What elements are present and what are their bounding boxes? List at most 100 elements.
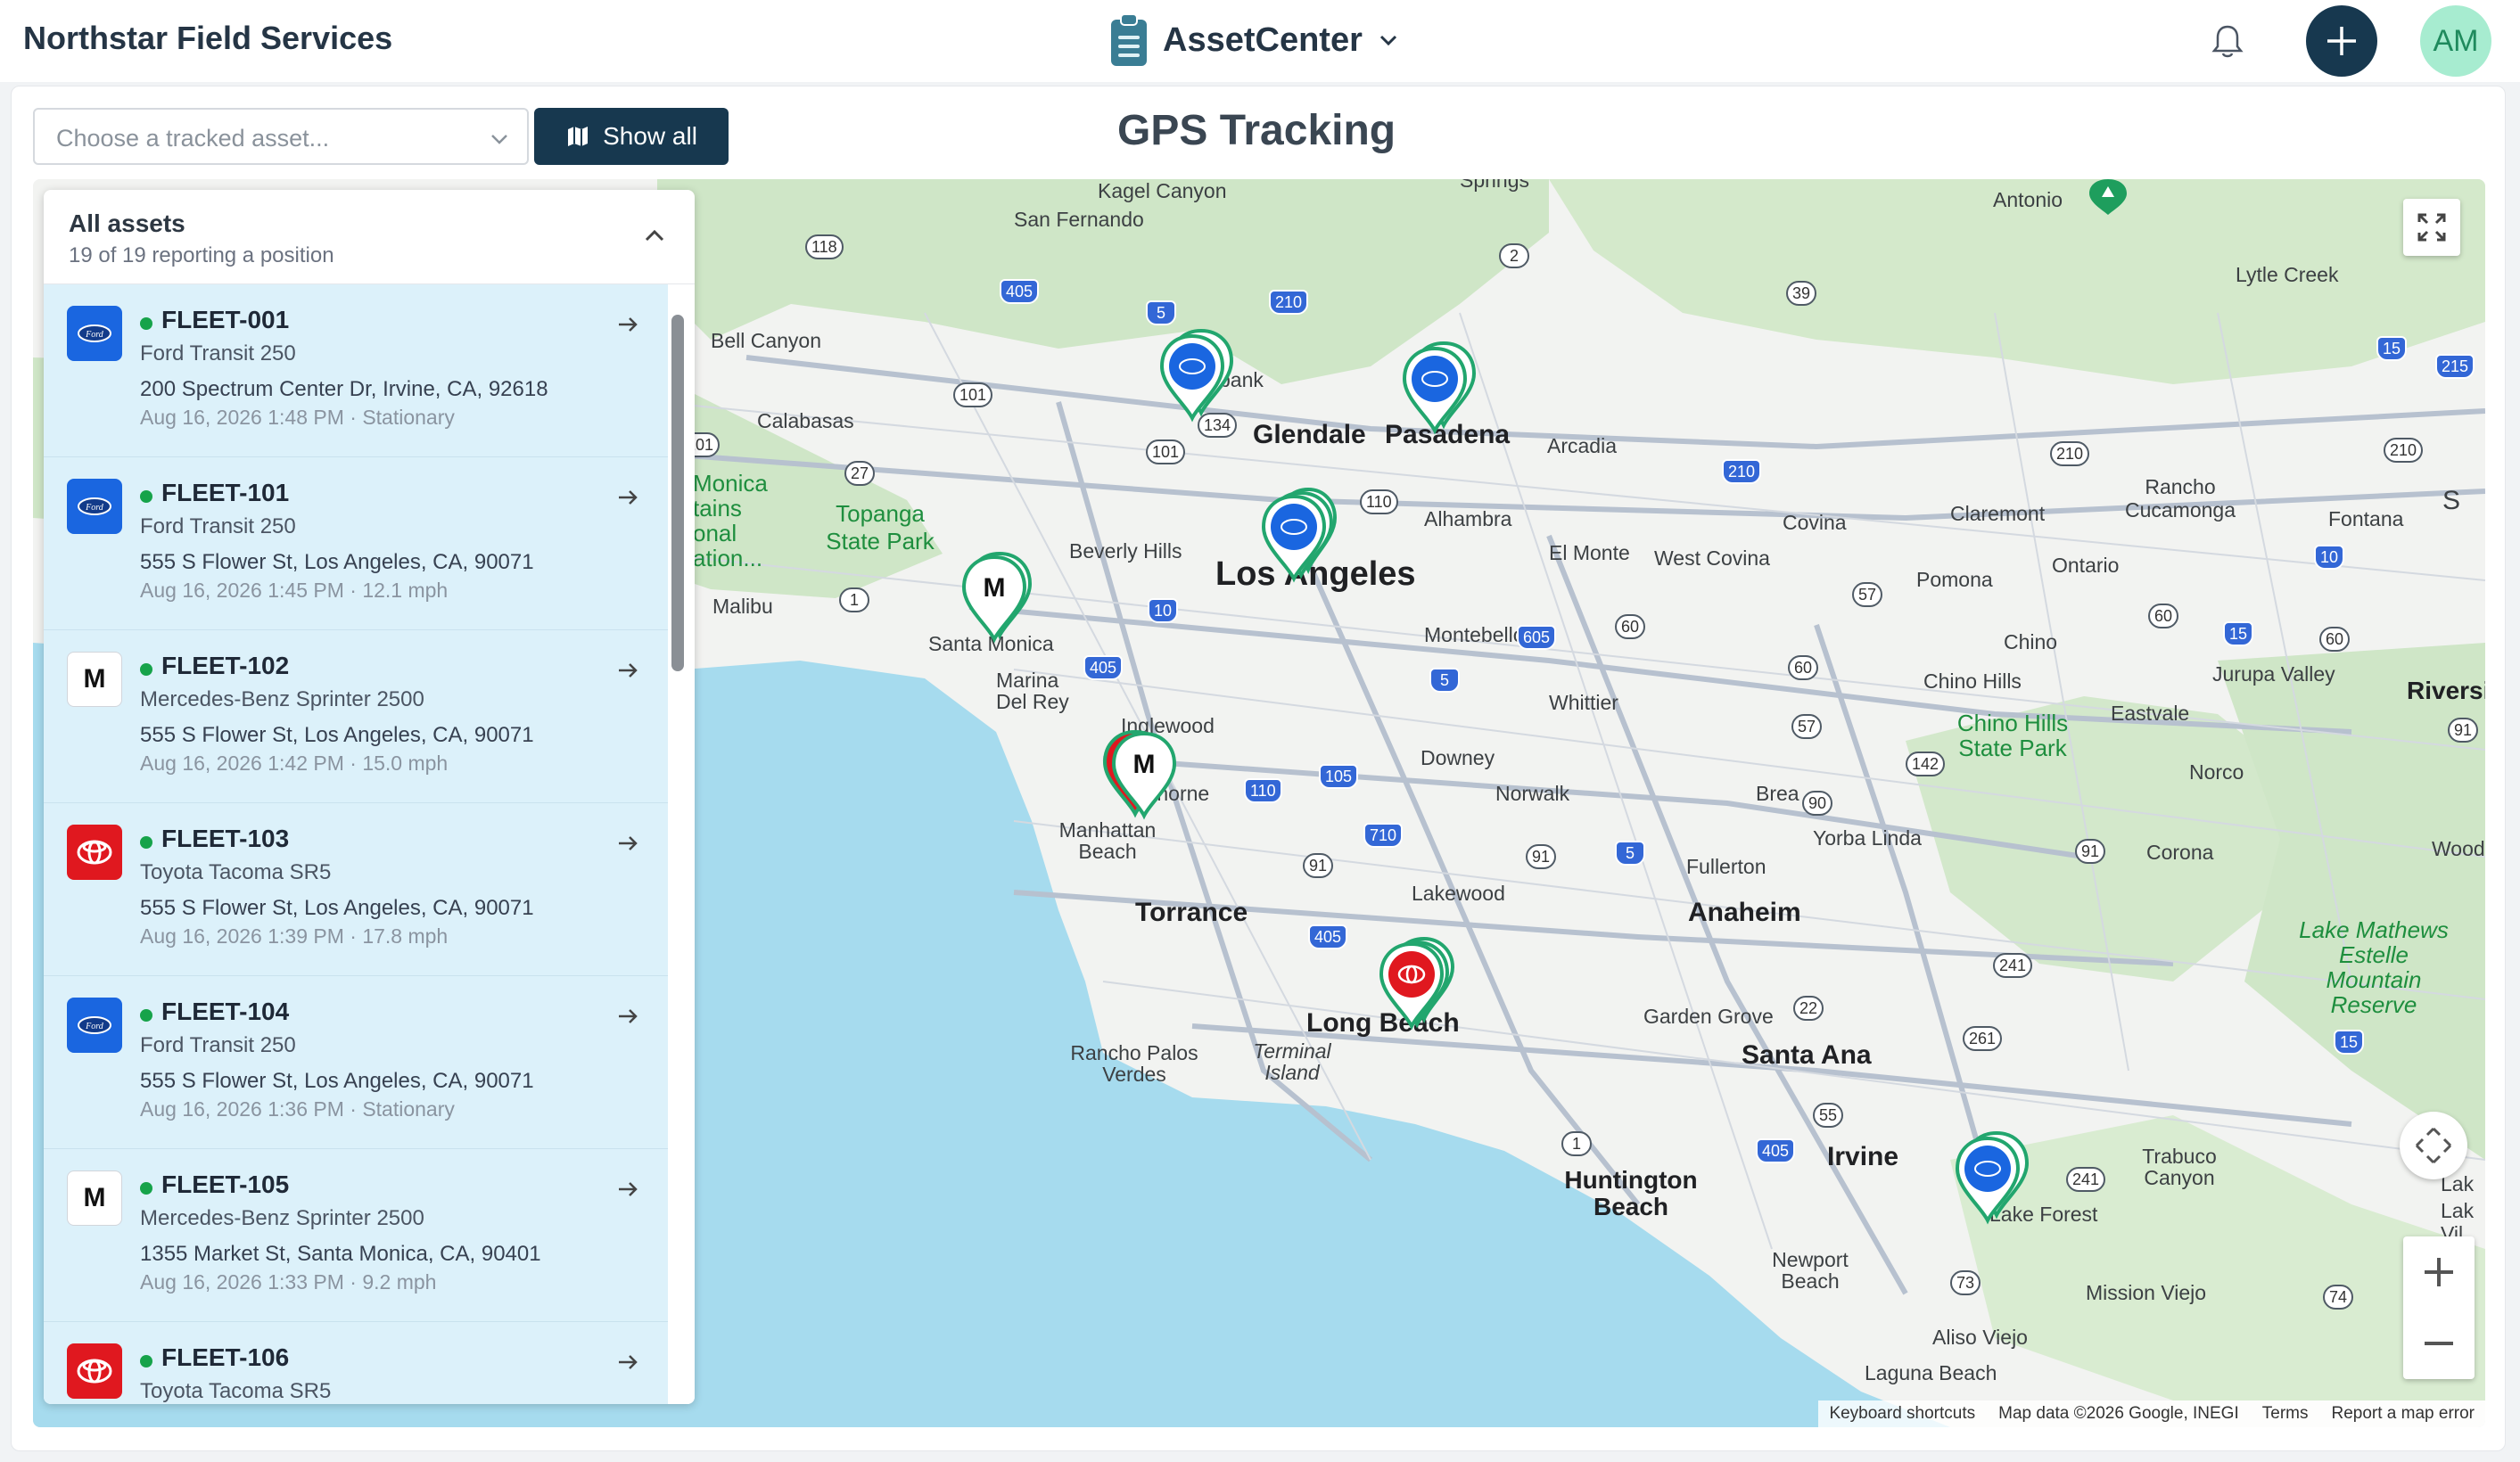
route-shield: 142 <box>1906 752 1946 776</box>
place-label: Pomona <box>1916 568 1993 591</box>
route-shield: 101 <box>953 382 993 407</box>
status-dot <box>140 317 152 330</box>
asset-marker-ford[interactable] <box>1256 488 1337 586</box>
asset-status: Aug 16, 2026 1:36 PM · Stationary <box>140 1097 455 1121</box>
asset-address: 200 Spectrum Center Dr, Irvine, CA, 9261… <box>140 377 548 401</box>
route-shield: 91 <box>2075 839 2106 864</box>
asset-list-item[interactable]: Ford FLEET-001 Ford Transit 250 200 Spec… <box>44 284 668 457</box>
route-shield: 210 <box>2050 441 2090 466</box>
asset-select-placeholder: Choose a tracked asset... <box>56 125 330 152</box>
place-label: West Covina <box>1654 546 1770 570</box>
move-icon <box>2415 1127 2452 1164</box>
asset-list-item[interactable]: FLEET-103 Toyota Tacoma SR5 555 S Flower… <box>44 803 668 976</box>
add-button[interactable] <box>2306 5 2377 77</box>
route-shield: 57 <box>1852 582 1883 607</box>
asset-marker-ford[interactable] <box>1155 327 1235 425</box>
place-label: Springs <box>1460 179 1529 192</box>
asset-address: 555 S Flower St, Los Angeles, CA, 90071 <box>140 896 534 920</box>
user-avatar[interactable]: AM <box>2420 5 2491 77</box>
asset-status: Aug 16, 2026 1:42 PM · 15.0 mph <box>140 752 449 775</box>
scrollbar-thumb[interactable] <box>671 315 684 671</box>
asset-model: Ford Transit 250 <box>140 1033 296 1057</box>
app-name: AssetCenter <box>1163 21 1363 59</box>
asset-id: FLEET-105 <box>161 1170 290 1198</box>
asset-address: 1355 Market St, Santa Monica, CA, 90401 <box>140 1242 541 1266</box>
asset-marker-mercedes[interactable]: M <box>1103 725 1183 823</box>
status-dot <box>140 1182 152 1195</box>
place-label: Claremont <box>1950 502 2046 525</box>
bell-icon[interactable] <box>2206 20 2249 62</box>
terms-link[interactable]: Terms <box>2262 1404 2309 1424</box>
zoom-in-icon[interactable] <box>2403 1236 2475 1308</box>
place-label: Lak <box>2441 1199 2475 1222</box>
keyboard-shortcuts-link[interactable]: Keyboard shortcuts <box>1829 1404 1975 1424</box>
route-shield: 1 <box>839 587 869 612</box>
route-shield: 118 <box>805 234 844 259</box>
arrow-right-icon[interactable] <box>614 311 641 338</box>
asset-list-item[interactable]: Ford FLEET-104 Ford Transit 250 555 S Fl… <box>44 976 668 1149</box>
route-shield: 5 <box>1146 300 1176 325</box>
map-attribution: Keyboard shortcuts Map data ©2026 Google… <box>1818 1400 2485 1427</box>
place-label: Norco <box>2189 760 2244 784</box>
arrow-right-icon[interactable] <box>614 830 641 857</box>
asset-marker-ford[interactable] <box>1950 1129 2030 1228</box>
asset-list-header[interactable]: All assets 19 of 19 reporting a position <box>44 190 695 284</box>
arrow-right-icon[interactable] <box>614 657 641 684</box>
place-label: tains <box>693 495 742 522</box>
place-label: Irvine <box>1827 1142 1899 1171</box>
route-shield: 241 <box>1993 953 2033 978</box>
place-label: Terminal Island <box>1253 1039 1331 1084</box>
route-shield: 110 <box>1244 778 1282 803</box>
asset-list-item[interactable]: FLEET-106 Toyota Tacoma SR5 <box>44 1322 668 1404</box>
fullscreen-button[interactable] <box>2403 199 2460 256</box>
asset-marker-mercedes[interactable]: M <box>957 548 1037 646</box>
route-shield: 241 <box>2066 1167 2106 1192</box>
route-shield: 405 <box>1308 924 1348 949</box>
place-label: Montebello <box>1424 623 1525 646</box>
app-switcher[interactable]: AssetCenter <box>1109 11 1400 70</box>
arrow-right-icon[interactable] <box>614 1003 641 1030</box>
asset-address: 555 S Flower St, Los Angeles, CA, 90071 <box>140 723 534 747</box>
route-shield: 74 <box>2323 1285 2354 1310</box>
show-all-button[interactable]: Show all <box>534 108 729 165</box>
asset-list-item[interactable]: M FLEET-102 Mercedes-Benz Sprinter 2500 … <box>44 630 668 803</box>
route-shield: 710 <box>1363 823 1404 848</box>
ford-logo-icon: Ford <box>67 479 122 534</box>
route-shield: 210 <box>1722 459 1762 484</box>
asset-marker-ford[interactable] <box>1397 340 1478 438</box>
place-label: Jurupa Valley <box>2212 662 2335 686</box>
arrow-right-icon[interactable] <box>614 484 641 511</box>
asset-marker-toyota[interactable] <box>1374 935 1454 1033</box>
asset-model: Toyota Tacoma SR5 <box>140 860 332 884</box>
arrow-right-icon[interactable] <box>614 1349 641 1376</box>
asset-select[interactable]: Choose a tracked asset... <box>33 108 529 165</box>
asset-list-item[interactable]: M FLEET-105 Mercedes-Benz Sprinter 2500 … <box>44 1149 668 1322</box>
mercedes-logo-icon: M <box>67 1170 122 1226</box>
show-all-label: Show all <box>603 122 697 150</box>
route-shield: 405 <box>1083 655 1124 680</box>
asset-status: Aug 16, 2026 1:33 PM · 9.2 mph <box>140 1270 437 1294</box>
place-label: Eastvale <box>2111 702 2190 725</box>
report-error-link[interactable]: Report a map error <box>2331 1404 2475 1424</box>
route-shield: 110 <box>1360 489 1398 514</box>
asset-list-panel: All assets 19 of 19 reporting a position… <box>44 190 695 1404</box>
place-label: Bell Canyon <box>711 329 822 352</box>
place-label: Wood <box>2432 837 2485 860</box>
place-label: Lake Mathews Estelle Mountain Reserve <box>2299 916 2449 1018</box>
ford-logo-icon: Ford <box>67 306 122 361</box>
chevron-up-icon[interactable] <box>641 222 668 249</box>
svg-text:M: M <box>1133 750 1156 779</box>
arrow-right-icon[interactable] <box>614 1176 641 1203</box>
zoom-out-icon[interactable] <box>2403 1308 2475 1379</box>
svg-text:Ford: Ford <box>85 330 104 340</box>
route-shield: 55 <box>1813 1103 1844 1128</box>
place-label: Whittier <box>1549 691 1618 714</box>
pan-control[interactable] <box>2400 1112 2467 1179</box>
route-shield: 91 <box>1526 844 1557 869</box>
route-shield: 1 <box>1561 1131 1592 1156</box>
place-label: Laguna Beach <box>1865 1361 1997 1384</box>
status-dot <box>140 490 152 503</box>
asset-list-item[interactable]: Ford FLEET-101 Ford Transit 250 555 S Fl… <box>44 457 668 630</box>
place-label: Garden Grove <box>1643 1005 1774 1028</box>
place-label: Manhattan Beach <box>1058 818 1157 863</box>
